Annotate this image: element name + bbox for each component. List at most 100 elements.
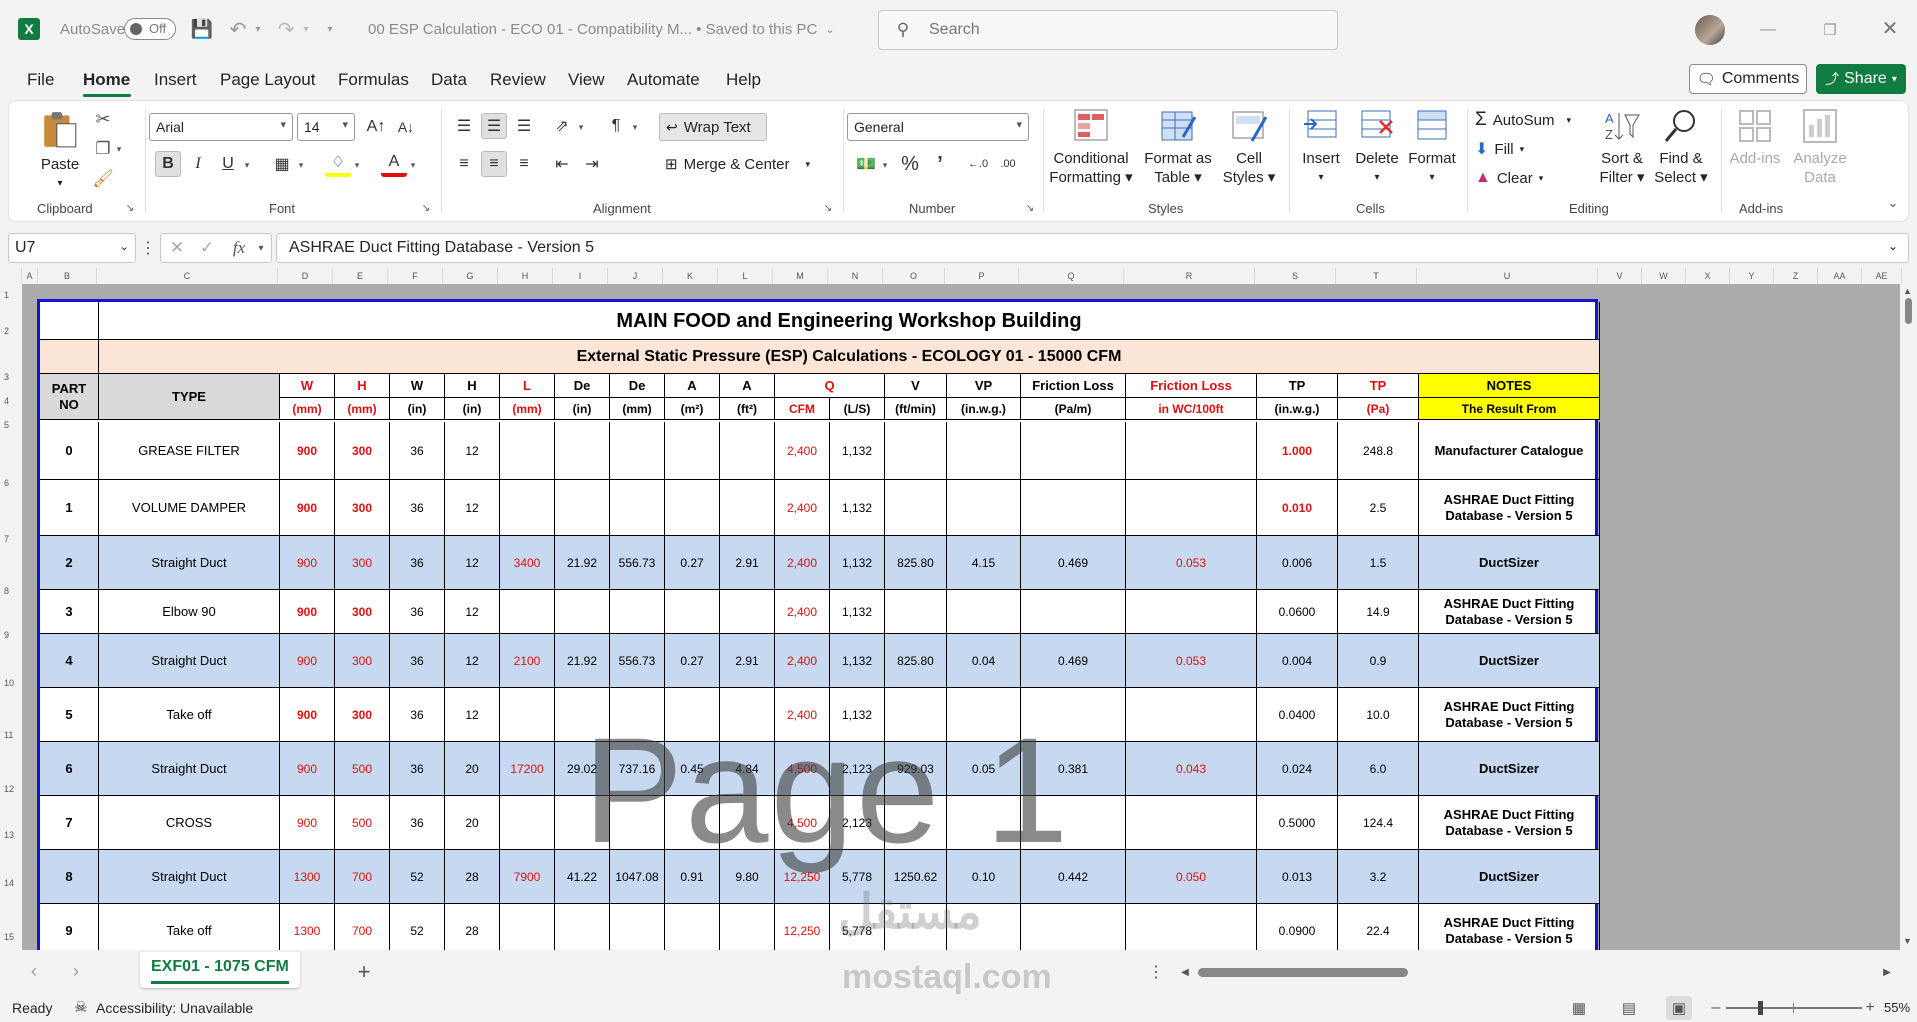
redo-icon[interactable]: ↷ <box>274 17 298 41</box>
table-cell-cfm[interactable]: 2,400 <box>775 590 830 634</box>
table-cell-type[interactable]: CROSS <box>99 796 280 850</box>
redo-dropdown-icon[interactable]: ▾ <box>300 17 312 41</box>
format-cells-button[interactable]: Format ▾ <box>1405 107 1459 187</box>
font-color-icon[interactable]: A <box>381 151 407 177</box>
table-cell-hin[interactable]: 28 <box>445 904 500 950</box>
menu-automate[interactable]: Automate <box>627 70 700 90</box>
increase-decimal-icon[interactable]: ←.0 <box>965 151 991 177</box>
column-header-o[interactable]: O <box>883 268 945 284</box>
table-cell-v[interactable] <box>885 422 947 480</box>
table-cell-wmm[interactable]: 900 <box>280 422 335 480</box>
undo-dropdown-icon[interactable]: ▾ <box>252 17 264 41</box>
menu-insert[interactable]: Insert <box>154 70 197 90</box>
table-cell-win[interactable]: 36 <box>390 536 445 590</box>
row-header-3[interactable]: 3 <box>0 372 20 382</box>
align-right-icon[interactable]: ≡ <box>511 151 537 177</box>
table-cell-a_ft2[interactable]: 2.91 <box>720 634 775 688</box>
table-cell-hin[interactable]: 12 <box>445 480 500 536</box>
table-cell-fl_pa[interactable]: 0.469 <box>1021 634 1126 688</box>
confirm-entry-icon[interactable]: ✓ <box>196 238 218 258</box>
sort-filter-button[interactable]: AZ Sort & Filter ▾ <box>1595 107 1649 187</box>
row-header-4[interactable]: 4 <box>0 396 20 406</box>
table-cell-win[interactable]: 36 <box>390 480 445 536</box>
horizontal-scroll-thumb[interactable] <box>1198 968 1408 977</box>
table-cell-de_mm[interactable] <box>610 422 665 480</box>
underline-chevron-icon[interactable]: ▾ <box>241 157 253 173</box>
table-cell-l[interactable]: 17200 <box>500 742 555 796</box>
table-cell-a_m2[interactable] <box>665 904 720 950</box>
table-cell-hmm[interactable]: 700 <box>335 850 390 904</box>
find-select-button[interactable]: Find & Select ▾ <box>1651 107 1711 187</box>
table-cell-hmm[interactable]: 500 <box>335 796 390 850</box>
table-cell-fl_pa[interactable] <box>1021 904 1126 950</box>
row-header-2[interactable]: 2 <box>0 326 20 336</box>
row-header-6[interactable]: 6 <box>0 478 20 488</box>
table-cell-hin[interactable]: 20 <box>445 742 500 796</box>
table-cell-tp_in[interactable]: 0.004 <box>1257 634 1338 688</box>
column-header-j[interactable]: J <box>608 268 663 284</box>
column-header-n[interactable]: N <box>828 268 883 284</box>
table-cell-type[interactable]: Straight Duct <box>99 634 280 688</box>
friction-loss-wc-header[interactable]: Friction Loss <box>1126 374 1257 398</box>
table-cell-win[interactable]: 36 <box>390 634 445 688</box>
zoom-slider[interactable] <box>1726 1001 1862 1015</box>
row-header-14[interactable]: 14 <box>0 878 20 888</box>
table-cell-ls[interactable]: 1,132 <box>830 422 885 480</box>
fill-button[interactable]: ⬇ Fill ▾ <box>1475 139 1524 159</box>
table-cell-cfm[interactable]: 12,250 <box>775 904 830 950</box>
menu-file[interactable]: File <box>27 70 54 90</box>
table-cell-fl_wc[interactable]: 0.053 <box>1126 634 1257 688</box>
table-cell-a_m2[interactable]: 0.27 <box>665 536 720 590</box>
table-cell-tp_pa[interactable]: 14.9 <box>1338 590 1419 634</box>
column-header-s[interactable]: S <box>1255 268 1336 284</box>
row-header-1[interactable]: 1 <box>0 290 20 300</box>
friction-loss-pa-header[interactable]: Friction Loss <box>1021 374 1126 398</box>
column-header-g[interactable]: G <box>443 268 498 284</box>
type-header[interactable]: TYPE <box>99 374 280 420</box>
row-header-12[interactable]: 12 <box>0 784 20 794</box>
table-cell-hmm[interactable]: 300 <box>335 688 390 742</box>
table-cell-tp_in[interactable]: 0.5000 <box>1257 796 1338 850</box>
column-header-ae[interactable]: AE <box>1862 268 1902 284</box>
scroll-left-icon[interactable]: ◀ <box>1178 962 1192 982</box>
unit-header-0[interactable]: (mm) <box>280 398 335 420</box>
table-cell-hin[interactable]: 20 <box>445 796 500 850</box>
h-mm-header[interactable]: H <box>335 374 390 398</box>
unit-header-12[interactable]: (in.w.g.) <box>947 398 1021 420</box>
menu-page-layout[interactable]: Page Layout <box>220 70 315 90</box>
row-header-8[interactable]: 8 <box>0 586 20 596</box>
table-cell-tp_in[interactable]: 0.0900 <box>1257 904 1338 950</box>
table-cell-win[interactable]: 36 <box>390 796 445 850</box>
cell-styles-button[interactable]: Cell Styles ▾ <box>1217 107 1281 187</box>
part-no-header[interactable]: PART NO <box>40 374 99 420</box>
title-left-blank[interactable] <box>40 302 99 340</box>
table-cell-hin[interactable]: 28 <box>445 850 500 904</box>
unit-header-8[interactable]: (ft²) <box>720 398 775 420</box>
table-cell-de_in[interactable] <box>555 904 610 950</box>
table-cell-no[interactable]: 8 <box>40 850 99 904</box>
table-cell-tp_pa[interactable]: 0.9 <box>1338 634 1419 688</box>
de-mm-header[interactable]: De <box>610 374 665 398</box>
table-cell-tp_pa[interactable]: 2.5 <box>1338 480 1419 536</box>
column-header-d[interactable]: D <box>278 268 333 284</box>
table-cell-l[interactable]: 7900 <box>500 850 555 904</box>
table-cell-a_ft2[interactable] <box>720 480 775 536</box>
a-m2-header[interactable]: A <box>665 374 720 398</box>
table-cell-win[interactable]: 36 <box>390 590 445 634</box>
column-header-l[interactable]: L <box>718 268 773 284</box>
table-cell-a_ft2[interactable] <box>720 904 775 950</box>
conditional-formatting-button[interactable]: Conditional Formatting ▾ <box>1047 107 1135 187</box>
table-cell-de_mm[interactable] <box>610 480 665 536</box>
table-cell-tp_in[interactable]: 0.013 <box>1257 850 1338 904</box>
table-cell-win[interactable]: 36 <box>390 422 445 480</box>
next-sheet-icon[interactable]: › <box>66 960 86 982</box>
table-cell-de_in[interactable] <box>555 422 610 480</box>
font-launcher-icon[interactable]: ↘ <box>419 201 433 215</box>
menu-help[interactable]: Help <box>726 70 761 90</box>
comments-button[interactable]: 🗨 Comments <box>1689 64 1807 94</box>
ribbon-collapse-icon[interactable]: ⌄ <box>1883 193 1903 213</box>
table-cell-wmm[interactable]: 900 <box>280 480 335 536</box>
unit-header-11[interactable]: (ft/min) <box>885 398 947 420</box>
w-in-header[interactable]: W <box>390 374 445 398</box>
table-cell-type[interactable]: Straight Duct <box>99 850 280 904</box>
